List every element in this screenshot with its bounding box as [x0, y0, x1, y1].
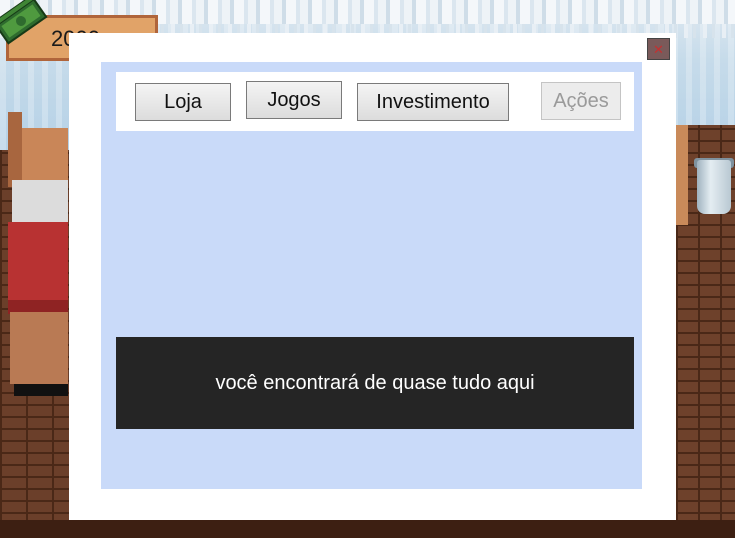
bucket-object	[697, 160, 731, 214]
cash-stack-icon	[0, 0, 48, 45]
tab-acoes: Ações	[541, 82, 621, 120]
bed-blanket	[8, 222, 68, 312]
wooden-trim	[676, 125, 688, 225]
close-icon: ✕	[653, 41, 664, 57]
tab-loja[interactable]: Loja	[135, 83, 231, 121]
tab-investimento[interactable]: Investimento	[357, 83, 509, 121]
modal-content: Loja Jogos Investimento Ações você encon…	[101, 62, 642, 489]
tab-bar: Loja Jogos Investimento Ações	[116, 72, 634, 131]
message-text: você encontrará de quase tudo aqui	[215, 371, 535, 394]
bed-shadow	[14, 384, 68, 396]
bed-footboard	[10, 312, 68, 384]
floor	[0, 520, 735, 538]
tab-jogos[interactable]: Jogos	[246, 81, 342, 119]
close-button[interactable]: ✕	[647, 38, 670, 60]
bed-pillow	[12, 180, 68, 224]
shop-modal: ✕ Loja Jogos Investimento Ações você enc…	[69, 33, 676, 520]
message-box: você encontrará de quase tudo aqui	[116, 337, 634, 429]
bed-headboard	[8, 112, 22, 187]
